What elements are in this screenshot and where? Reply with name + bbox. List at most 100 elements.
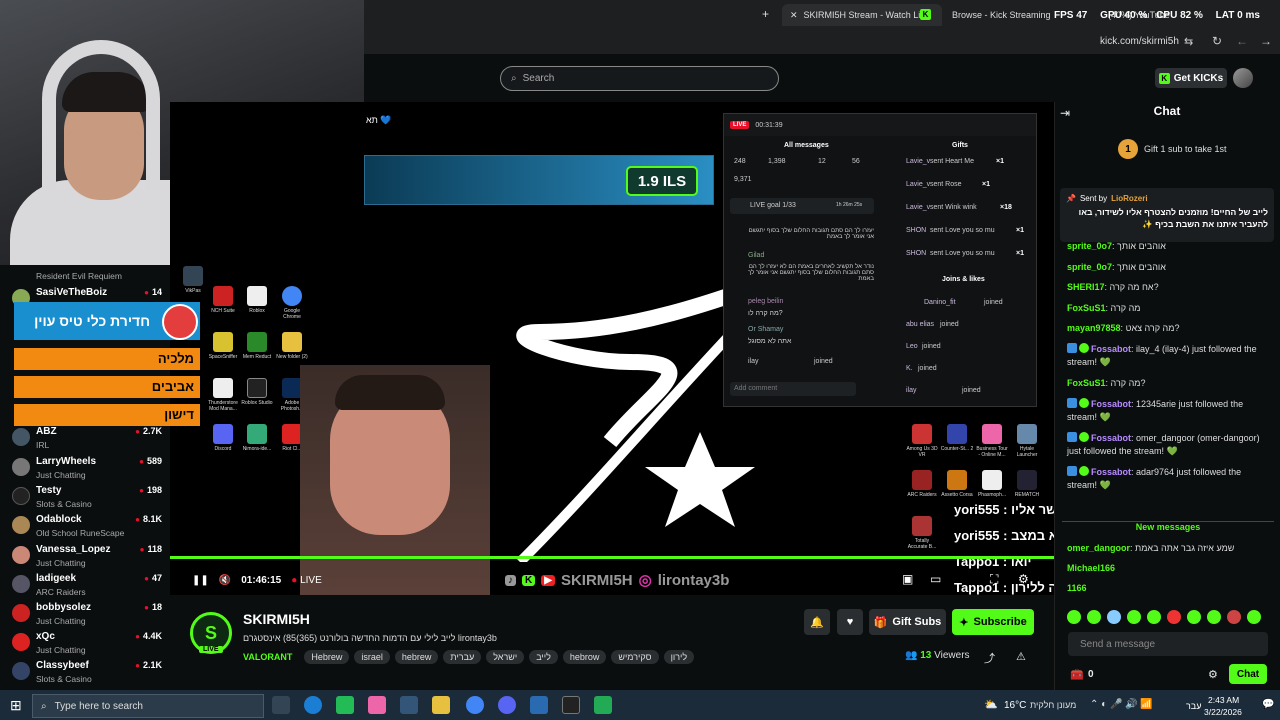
notifications-button[interactable]: 🔔 — [804, 609, 830, 635]
chat-username[interactable]: Fossabot — [1091, 433, 1131, 443]
url-field[interactable]: kick.com/skirmi5h — [1100, 36, 1179, 47]
forward-icon[interactable]: → — [1260, 34, 1272, 48]
subscribe-button[interactable]: ✦ Subscribe — [952, 609, 1034, 635]
emote-icon[interactable] — [1187, 610, 1201, 624]
category-link[interactable]: VALORANT — [243, 650, 299, 664]
sidebar-channel[interactable]: Classybeef Slots & Casino 2.1K — [12, 660, 162, 690]
chat-username[interactable]: sprite_0o7 — [1067, 241, 1112, 251]
bot-badge-icon — [1067, 466, 1077, 476]
emote-icon[interactable] — [1107, 610, 1121, 624]
copilot-icon[interactable] — [368, 696, 386, 714]
back-icon[interactable]: ← — [1236, 34, 1248, 48]
sidebar-channel[interactable]: xQc Just Chatting 4.4K — [12, 631, 162, 661]
app-icon[interactable] — [530, 696, 548, 714]
emote-icon[interactable] — [1147, 610, 1161, 624]
mute-icon[interactable]: 🔇 — [219, 575, 231, 586]
weather-temp[interactable]: 16°C — [1004, 700, 1026, 711]
clock-time[interactable]: 2:43 AM — [1208, 695, 1239, 705]
emote-icon[interactable] — [1247, 610, 1261, 624]
sidebar-channel[interactable]: ladigeek ARC Raiders 47 — [12, 573, 162, 603]
gift-subs-button[interactable]: 🎁 Gift Subs — [869, 609, 946, 635]
new-messages-divider[interactable]: New messages — [1062, 521, 1274, 533]
sidebar-channel[interactable]: Odablock Old School RuneScape 8.1K — [12, 514, 162, 544]
pin-icon: 📌 — [1066, 194, 1076, 203]
edge-icon[interactable] — [304, 696, 322, 714]
chat-username[interactable]: Fossabot — [1091, 344, 1131, 354]
tag[interactable]: סקירמיש — [611, 650, 659, 664]
close-icon[interactable]: ✕ — [790, 10, 798, 21]
pause-icon[interactable]: ❚❚ — [192, 575, 209, 586]
sidebar-channel[interactable]: bobbysolez Just Chatting 18 — [12, 602, 162, 632]
emote-icon[interactable] — [1087, 610, 1101, 624]
translate-icon[interactable]: ⇆ — [1184, 35, 1193, 48]
emote-icon[interactable] — [1167, 610, 1181, 624]
sidebar-channel[interactable]: Testy Slots & Casino 198 — [12, 485, 162, 515]
chat-username[interactable]: Michael166 — [1067, 563, 1115, 573]
sidebar-channel[interactable]: Vanessa_Lopez Just Chatting 118 — [12, 544, 162, 574]
add-comment-input[interactable]: Add comment — [730, 382, 856, 396]
file-explorer-icon[interactable] — [432, 696, 450, 714]
pinned-message[interactable]: 📌 Sent by LioRozeri לייב של החיים! מוזמנים… — [1060, 188, 1274, 242]
app-icon[interactable] — [594, 696, 612, 714]
tag[interactable]: עברית — [443, 650, 482, 664]
notifications-icon[interactable]: 💬 — [1262, 699, 1274, 710]
taskbar-search[interactable]: ⌕ Type here to search — [32, 694, 264, 718]
gift-leaderboard-banner[interactable]: 1 Gift 1 sub to take 1st — [1118, 139, 1227, 159]
desktop-icon: Google Chrome — [275, 286, 309, 320]
reload-icon[interactable]: ↻ — [1212, 34, 1222, 48]
user-avatar[interactable] — [1233, 68, 1253, 88]
chat-username[interactable]: omer_dangoor — [1067, 543, 1130, 553]
send-chat-button[interactable]: Chat — [1229, 664, 1267, 684]
channel-name[interactable]: SKIRMI5H — [243, 611, 310, 627]
discord-icon[interactable] — [498, 696, 516, 714]
chat-username[interactable]: Fossabot — [1091, 467, 1131, 477]
chat-username[interactable]: mayan97858 — [1067, 323, 1121, 333]
tag[interactable]: israel — [354, 650, 390, 664]
search-input[interactable]: ⌕ Search — [500, 66, 779, 91]
get-kicks-button[interactable]: K Get KICKs — [1155, 68, 1227, 88]
chat-settings-icon[interactable]: ⚙ — [1208, 668, 1218, 681]
sidebar-channel[interactable]: LarryWheels Just Chatting 589 — [12, 456, 162, 486]
tag[interactable]: hebrow — [562, 650, 607, 664]
tag[interactable]: ישראל — [486, 650, 525, 664]
emote-icon[interactable] — [1067, 610, 1081, 624]
new-tab-icon[interactable]: + — [762, 7, 769, 21]
video-progress-bar[interactable] — [170, 556, 1054, 559]
pip-icon[interactable]: ▣ — [902, 572, 913, 586]
obs-icon[interactable] — [562, 696, 580, 714]
emote-icon[interactable] — [1127, 610, 1141, 624]
emote-icon[interactable] — [1207, 610, 1221, 624]
chat-username[interactable]: sprite_0o7 — [1067, 262, 1112, 272]
settings-icon[interactable]: ⚙ — [1018, 572, 1029, 586]
theater-icon[interactable]: ▭ — [930, 572, 941, 586]
tray-icons[interactable]: ⌃ ◐ 🎤 🔊 📶 — [1090, 699, 1153, 710]
alert-location: מלכיה — [14, 348, 200, 370]
emote-icon[interactable] — [1227, 610, 1241, 624]
chat-username[interactable]: FoxSuS1 — [1067, 378, 1106, 388]
language-indicator[interactable]: עבר — [1186, 701, 1201, 711]
tag[interactable]: לייב — [529, 650, 558, 664]
sidebar-channel[interactable]: ABZ IRL 2.7K — [12, 426, 162, 456]
tab-browse-kick[interactable]: Browse - Kick Streaming — [944, 4, 1064, 26]
report-icon[interactable]: ⚠ — [1016, 650, 1026, 663]
share-icon[interactable]: ⤴ — [984, 650, 995, 666]
task-view-icon[interactable] — [272, 696, 290, 714]
tag[interactable]: Hebrew — [304, 650, 350, 664]
treasure-icon[interactable]: 🧰 — [1070, 668, 1084, 681]
chat-input[interactable]: Send a message — [1068, 632, 1268, 656]
tag[interactable]: hebrew — [394, 650, 439, 664]
chat-username[interactable]: SHERI17 — [1067, 282, 1105, 292]
chat-username[interactable]: Fossabot — [1091, 399, 1131, 409]
tab-skirmi5h[interactable]: ✕ SKIRMI5H Stream - Watch Live — [782, 4, 942, 26]
chat-username[interactable]: FoxSuS1 — [1067, 303, 1106, 313]
follow-button[interactable]: ♥ — [837, 609, 863, 635]
tag[interactable]: לירון — [663, 650, 695, 664]
chrome-icon[interactable] — [466, 696, 484, 714]
dashboard-message: נודר אל תקשיב לאחרים באמת הם לא יעזרו לך… — [747, 264, 874, 282]
chat-username[interactable]: 1166 — [1067, 583, 1087, 593]
windows-start-icon[interactable]: ⊞ — [10, 697, 22, 714]
store-icon[interactable] — [336, 696, 354, 714]
fullscreen-icon[interactable]: ⛶ — [990, 572, 998, 587]
clock-date[interactable]: 3/22/2026 — [1204, 707, 1242, 717]
app-icon[interactable] — [400, 696, 418, 714]
